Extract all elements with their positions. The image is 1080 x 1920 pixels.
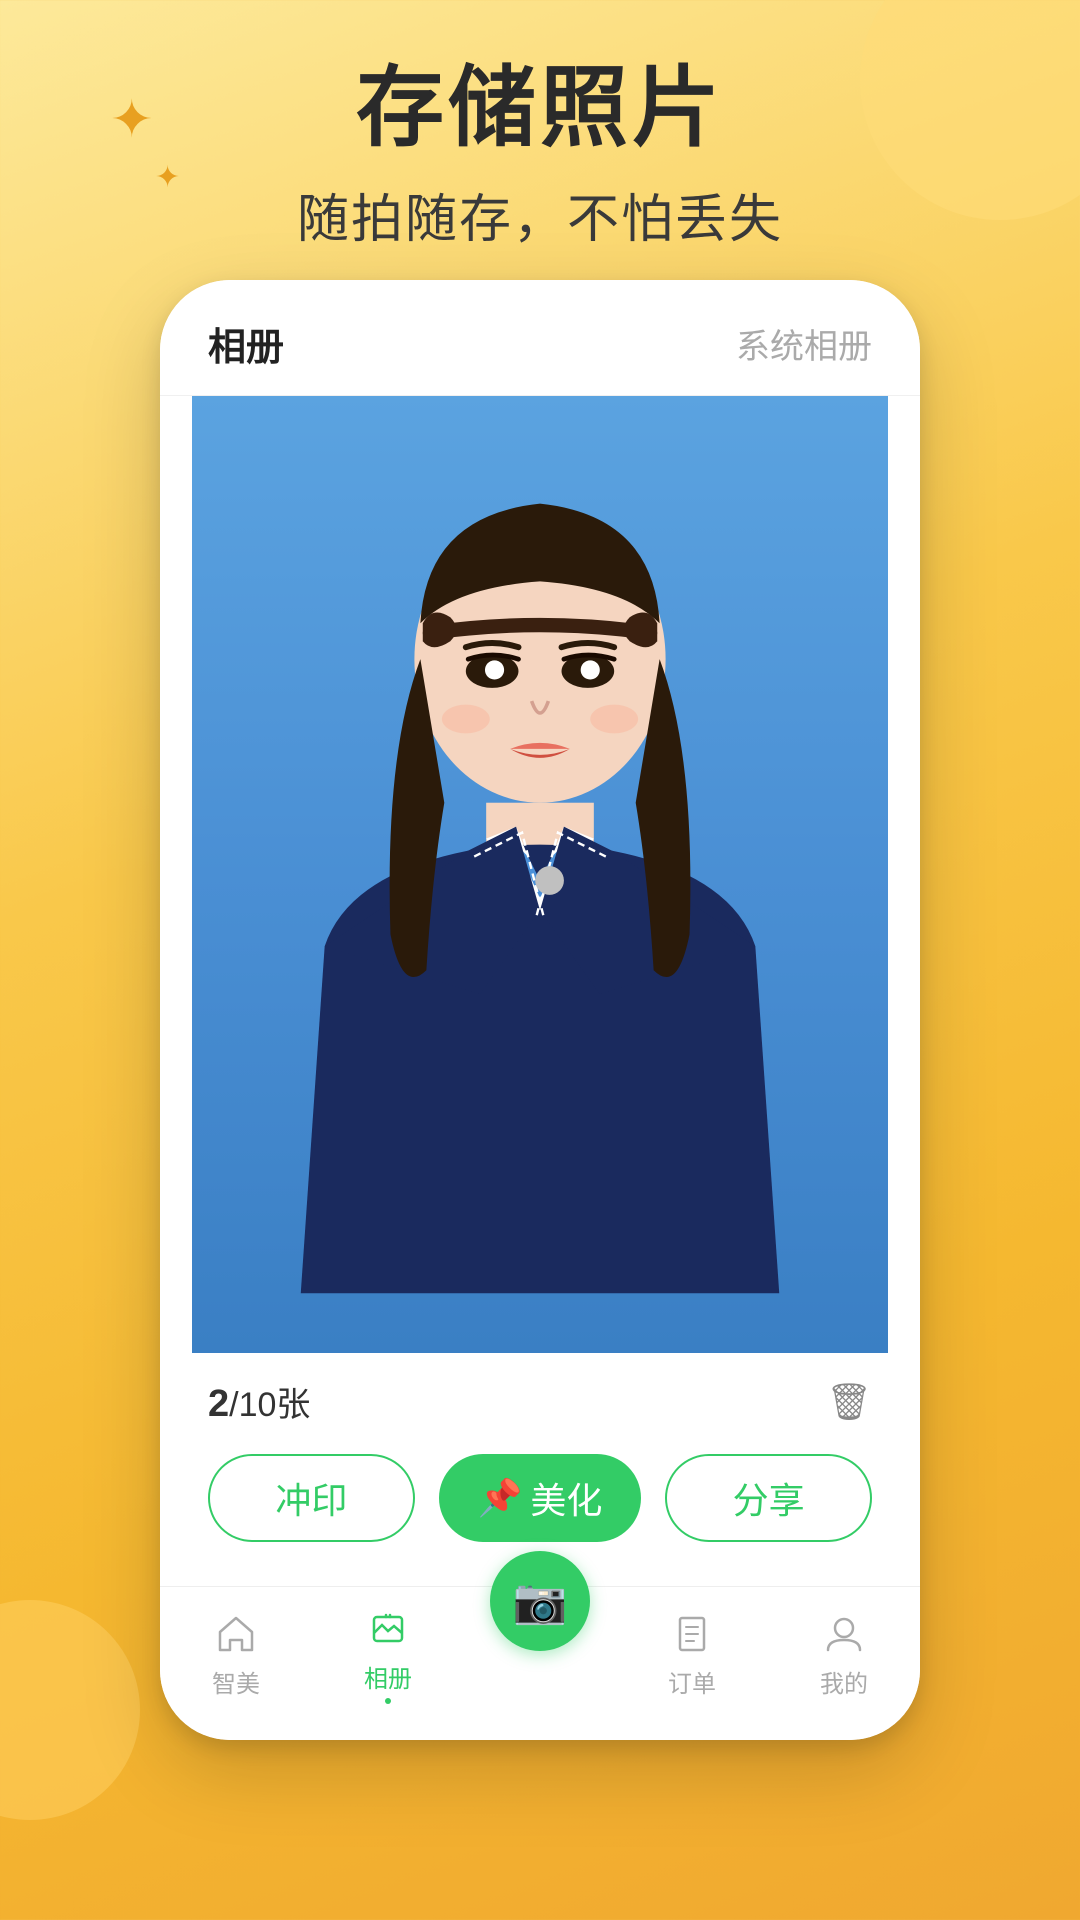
print-button[interactable]: 冲印 <box>208 1454 415 1542</box>
photo-count-row: 2/10张 🗑 <box>208 1377 872 1426</box>
photo-count-separator: / <box>229 1386 238 1424</box>
profile-icon <box>822 1612 866 1656</box>
bottom-nav: 📷 智美 相册 <box>160 1586 920 1740</box>
nav-item-orders[interactable]: 订单 <box>616 1612 768 1699</box>
nav-item-album[interactable]: 相册 <box>312 1607 464 1704</box>
photo-count-current: 2 <box>208 1383 229 1425</box>
action-buttons: 冲印 📌 美化 分享 <box>208 1454 872 1542</box>
photo-count: 2/10张 <box>208 1377 310 1426</box>
photo-count-unit: 张 <box>276 1386 310 1424</box>
tab-system-album[interactable]: 系统相册 <box>736 319 872 368</box>
photo-count-total: 10 <box>239 1386 277 1424</box>
nav-label-orders: 订单 <box>668 1664 716 1699</box>
blob-decoration-bottom <box>0 1600 140 1820</box>
tab-album[interactable]: 相册 <box>208 316 284 371</box>
nav-item-profile[interactable]: 我的 <box>768 1612 920 1699</box>
beautify-label: 美化 <box>530 1472 602 1524</box>
phone-mockup: 相册 系统相册 <box>160 280 920 1740</box>
share-button[interactable]: 分享 <box>665 1454 872 1542</box>
sub-title: 随拍随存，不怕丢失 <box>0 177 1080 252</box>
id-photo-background <box>192 396 888 1353</box>
nav-label-profile: 我的 <box>820 1664 868 1699</box>
nav-label-album: 相册 <box>364 1659 412 1694</box>
nav-item-zhimei[interactable]: 智美 <box>160 1612 312 1699</box>
trash-icon[interactable]: 🗑 <box>826 1381 872 1423</box>
album-icon <box>366 1607 410 1651</box>
beautify-button[interactable]: 📌 美化 <box>439 1454 642 1542</box>
pin-icon: 📌 <box>478 1477 523 1519</box>
nav-active-indicator <box>385 1698 391 1704</box>
main-title: 存储照片 <box>0 60 1080 157</box>
title-area: 存储照片 随拍随存，不怕丢失 <box>0 60 1080 252</box>
home-icon <box>214 1612 258 1656</box>
person-svg <box>192 396 888 1353</box>
camera-icon: 📷 <box>513 1575 568 1627</box>
photo-area <box>192 396 888 1353</box>
nav-label-zhimei: 智美 <box>212 1664 260 1699</box>
order-icon <box>670 1612 714 1656</box>
phone-header: 相册 系统相册 <box>160 280 920 396</box>
camera-fab-button[interactable]: 📷 <box>490 1551 590 1651</box>
